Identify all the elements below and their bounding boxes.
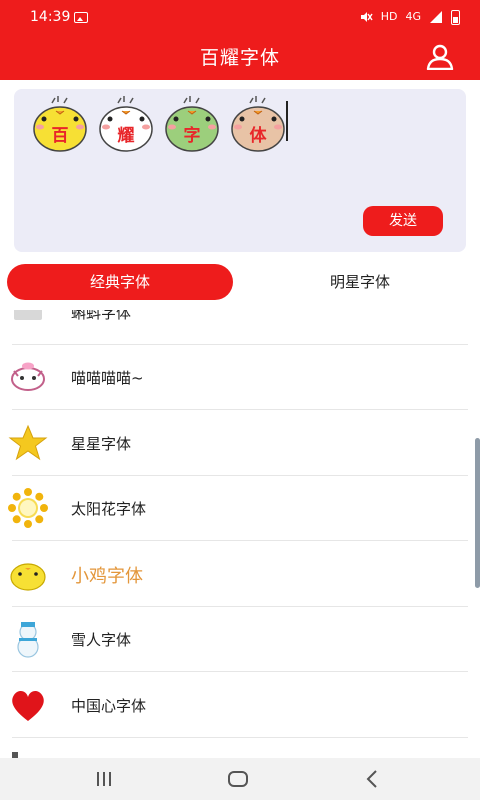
list-item-label: 小鸡字体 <box>71 565 143 587</box>
signal-icon <box>430 11 442 23</box>
recent-apps-icon[interactable] <box>89 766 119 792</box>
font-preview-icon <box>8 750 48 758</box>
list-item[interactable]: 雪人字体 <box>0 607 480 672</box>
status-time: 14:39 <box>30 9 71 25</box>
cat-face-icon <box>11 362 45 391</box>
list-item-label: 蝌蚪字体 <box>71 310 132 322</box>
user-icon[interactable] <box>426 44 454 70</box>
list-item[interactable]: 喵喵喵喵~ <box>0 345 480 410</box>
list-item[interactable]: 星星字体 <box>0 411 480 476</box>
text-editor[interactable]: 百 耀 字 体 发送 <box>14 89 466 252</box>
system-nav-bar <box>0 758 480 800</box>
emoji-char: 字 <box>164 95 220 153</box>
send-button[interactable]: 发送 <box>363 206 443 236</box>
emoji-char: 百 <box>32 95 88 153</box>
status-bar: 14:39 HD 4G <box>0 0 480 34</box>
list-item-label: 太阳花字体 <box>71 500 147 518</box>
list-item-label: 星星字体 <box>71 434 132 453</box>
list-scrollbar[interactable] <box>475 438 480 588</box>
list-item-label: 雪人字体 <box>71 631 132 649</box>
signal-label: 4G <box>405 10 421 23</box>
emoji-char-text: 字 <box>183 126 201 146</box>
list-item-partial[interactable] <box>0 738 480 758</box>
list-item[interactable]: 太阳花字体 <box>0 476 480 541</box>
emoji-char: 耀 <box>98 95 154 153</box>
list-item[interactable]: 小鸡字体 <box>0 542 480 607</box>
battery-icon <box>451 9 460 25</box>
list-item-partial[interactable]: 蝌蚪字体 <box>0 310 480 345</box>
list-item-label: 喵喵喵喵~ <box>71 369 144 387</box>
page-title: 百耀字体 <box>199 47 280 69</box>
chick-icon <box>10 562 46 591</box>
tab-classic-fonts[interactable]: 经典字体 <box>7 264 233 300</box>
emoji-text-preview: 百耀字体 <box>32 95 286 153</box>
status-icons: HD 4G <box>359 9 460 25</box>
mute-icon <box>360 12 373 22</box>
emoji-char-text: 百 <box>51 126 69 146</box>
image-icon <box>74 12 88 23</box>
list-item-label: 中国心字体 <box>71 696 147 715</box>
sunflower-icon <box>8 488 48 528</box>
font-preview-icon <box>8 310 48 332</box>
text-caret <box>286 101 288 141</box>
emoji-char-text: 体 <box>249 126 267 146</box>
star-icon <box>8 424 48 460</box>
app-header: 百耀字体 <box>0 34 480 80</box>
snowman-icon <box>17 622 39 658</box>
font-category-tabs: 经典字体 明星字体 <box>0 260 480 304</box>
tab-star-fonts[interactable]: 明星字体 <box>246 264 474 300</box>
font-list: 蝌蚪字体 喵喵喵喵~ 星星字体太阳花字体小鸡字体雪人字体中国心字体 <box>0 310 480 758</box>
home-icon[interactable] <box>223 766 253 792</box>
emoji-char: 体 <box>230 95 286 153</box>
heart-icon <box>12 690 44 721</box>
list-item[interactable]: 中国心字体 <box>0 673 480 738</box>
emoji-char-text: 耀 <box>117 126 135 146</box>
network-label: HD <box>380 10 398 23</box>
back-icon[interactable] <box>358 766 388 792</box>
